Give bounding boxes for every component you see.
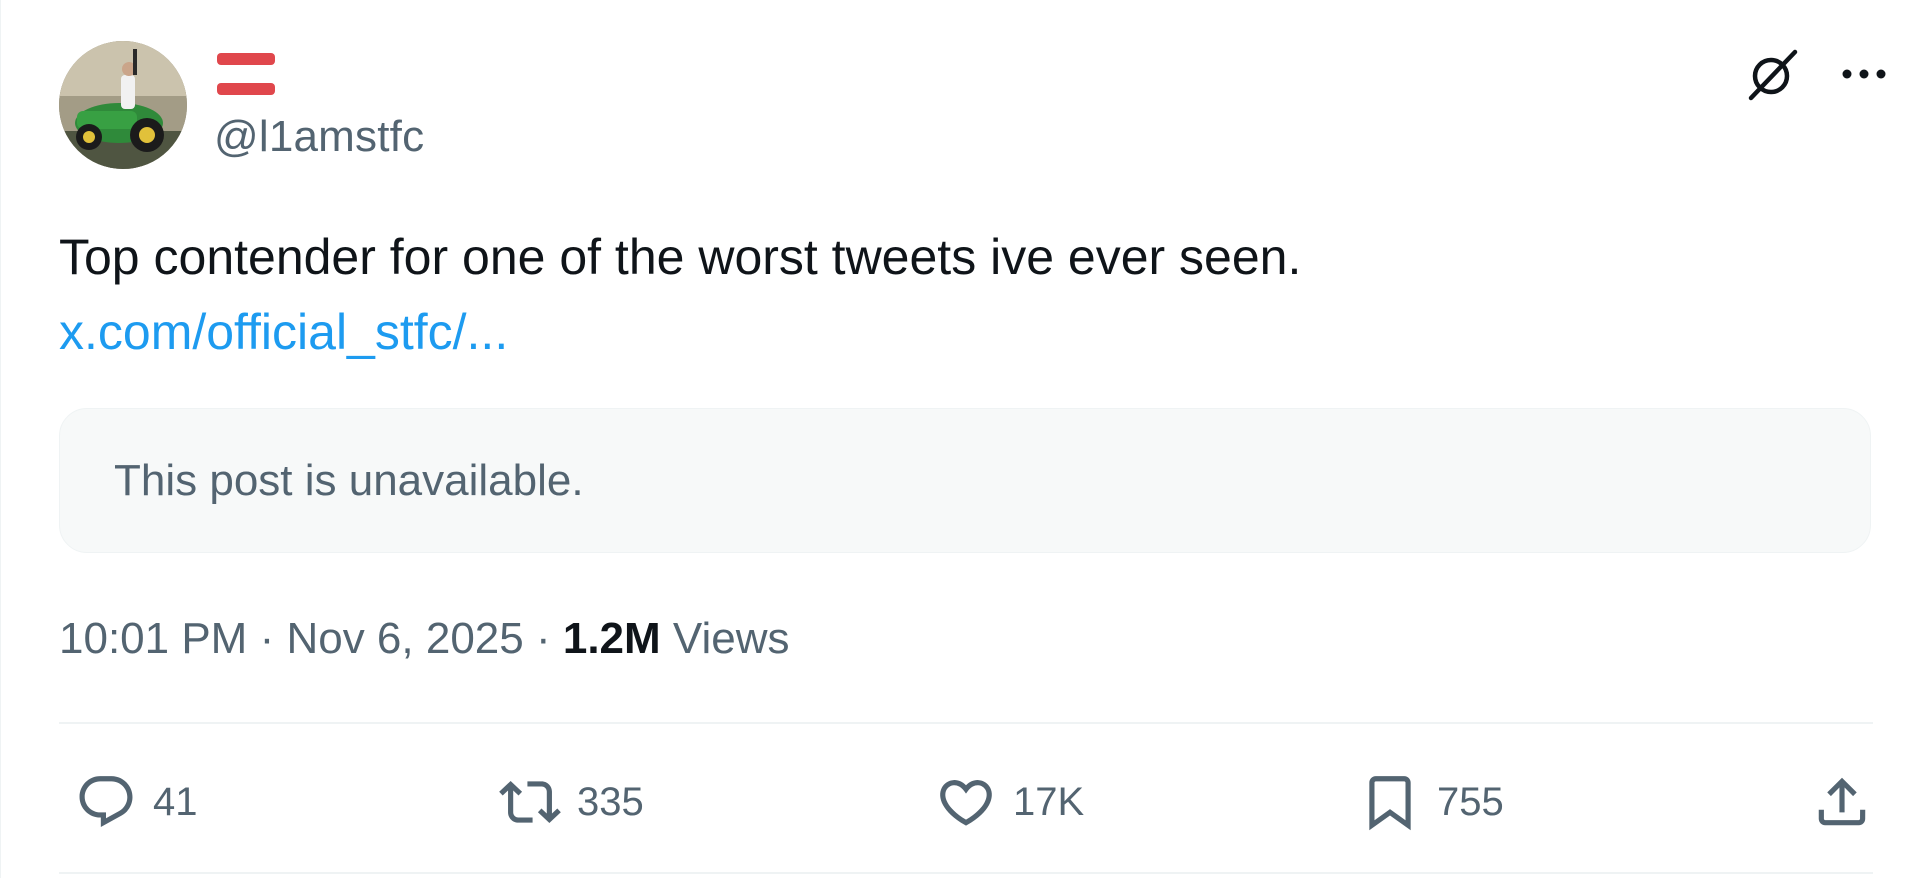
- reply-icon: [75, 771, 137, 833]
- divider: [59, 722, 1873, 724]
- bookmark-icon: [1359, 771, 1421, 833]
- share-button[interactable]: [1811, 760, 1873, 844]
- bookmark-count: 755: [1437, 779, 1504, 824]
- heart-icon: [935, 771, 997, 833]
- quoted-post-unavailable: This post is unavailable.: [59, 408, 1871, 553]
- avatar-image: [59, 41, 187, 169]
- divider: [59, 872, 1873, 874]
- post-date[interactable]: Nov 6, 2025: [286, 614, 523, 663]
- retweet-count: 335: [577, 779, 644, 824]
- meta-separator: ·: [523, 614, 563, 663]
- top-actions: [1745, 46, 1889, 102]
- avatar[interactable]: [59, 41, 187, 169]
- more-icon[interactable]: [1839, 64, 1889, 84]
- like-button[interactable]: 17K: [935, 760, 1084, 844]
- author-handle[interactable]: @l1amstfc: [214, 112, 424, 162]
- reply-count: 41: [153, 779, 198, 824]
- flag-badge-icon: [217, 53, 275, 97]
- tweet-text: Top contender for one of the worst tweet…: [59, 229, 1302, 285]
- grok-icon[interactable]: [1745, 46, 1801, 102]
- meta-separator: ·: [247, 614, 287, 663]
- post-time[interactable]: 10:01 PM: [59, 614, 247, 663]
- post-meta: 10:01 PM · Nov 6, 2025 · 1.2M Views: [59, 614, 789, 664]
- unavailable-message: This post is unavailable.: [114, 456, 584, 505]
- tweet-link[interactable]: x.com/official_stfc/...: [59, 300, 508, 364]
- reply-button[interactable]: 41: [75, 760, 198, 844]
- retweet-icon: [499, 771, 561, 833]
- bookmark-button[interactable]: 755: [1359, 760, 1504, 844]
- views-label: Views: [660, 614, 790, 663]
- views-count: 1.2M: [562, 614, 661, 663]
- action-bar: 41 335 17K 755: [59, 760, 1873, 844]
- share-icon: [1811, 771, 1873, 833]
- like-count: 17K: [1013, 779, 1085, 824]
- tweet-card: @l1amstfc Top contender for one of the w…: [0, 0, 1919, 878]
- retweet-button[interactable]: 335: [499, 760, 644, 844]
